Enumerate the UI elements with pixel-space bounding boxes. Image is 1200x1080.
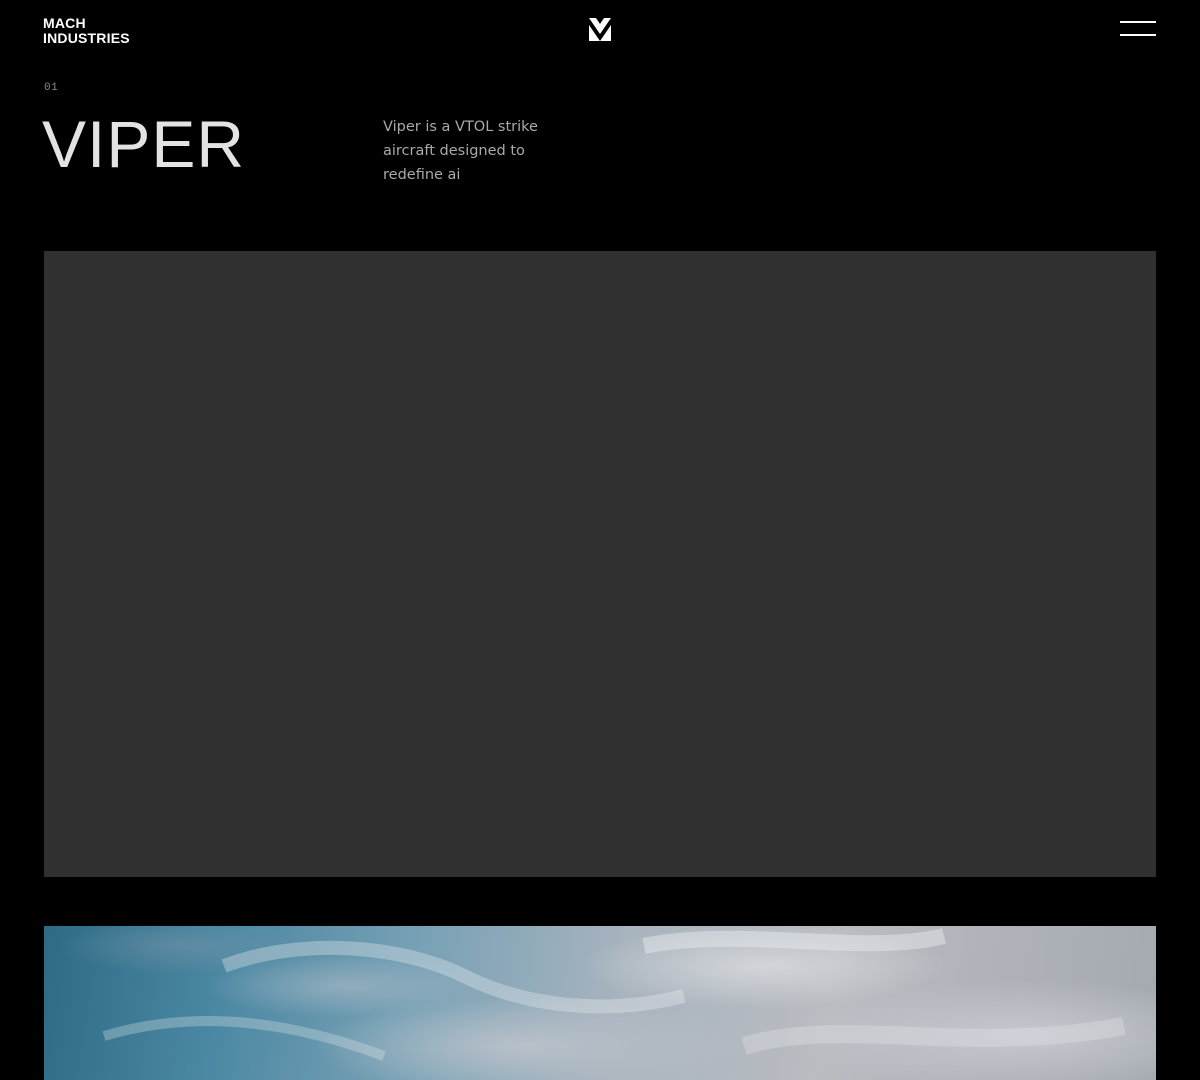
product-description: Viper is a VTOL strike aircraft designed… bbox=[383, 119, 538, 183]
hamburger-menu-icon[interactable] bbox=[1120, 20, 1156, 36]
menu-line-bottom bbox=[1120, 34, 1156, 36]
brand-wordmark-link[interactable]: MACH INDUSTRIES bbox=[43, 16, 130, 46]
brand-line-industries: INDUSTRIES bbox=[43, 30, 130, 46]
mach-chevron-logo-icon[interactable] bbox=[589, 18, 611, 41]
product-index-number: 01 bbox=[44, 82, 59, 94]
product-title: VIPER bbox=[42, 107, 246, 181]
site-header: MACH INDUSTRIES bbox=[0, 0, 1200, 60]
menu-line-top bbox=[1120, 21, 1156, 23]
video-placeholder bbox=[44, 251, 1156, 877]
brand-line-mach: MACH bbox=[43, 15, 86, 31]
sky-clouds-image bbox=[44, 926, 1156, 1080]
